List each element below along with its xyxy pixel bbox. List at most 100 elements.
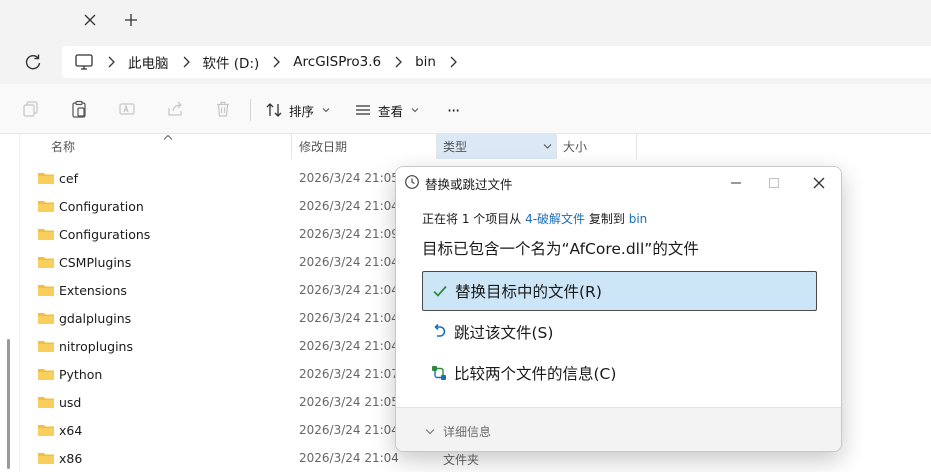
chevron-down-icon	[425, 429, 435, 435]
sort-label: 排序	[289, 103, 315, 119]
file-name: cef	[59, 171, 78, 186]
column-filter-dropdown-icon[interactable]	[543, 143, 552, 150]
chevron-right-icon[interactable]	[104, 55, 118, 69]
file-name: x64	[59, 423, 83, 438]
tab-strip	[0, 0, 931, 40]
file-name: usd	[59, 395, 82, 410]
column-separator[interactable]	[291, 134, 292, 159]
conflict-message: 目标已包含一个名为“AfCore.dll”的文件	[422, 240, 699, 258]
more-details-label: 详细信息	[443, 425, 492, 439]
sort-ascending-icon	[163, 134, 173, 140]
more-details-toggle[interactable]: 详细信息	[425, 423, 491, 440]
more-options-button[interactable]: ···	[447, 99, 460, 121]
folder-icon	[38, 453, 54, 464]
chevron-right-icon[interactable]	[446, 55, 460, 69]
close-icon[interactable]	[808, 172, 830, 194]
chevron-right-icon[interactable]	[391, 55, 405, 69]
file-name: x86	[59, 451, 83, 466]
paste-icon[interactable]	[70, 100, 88, 118]
chevron-right-icon[interactable]	[179, 55, 193, 69]
view-button[interactable]: 查看	[354, 99, 425, 121]
column-separator[interactable]	[636, 134, 637, 159]
file-date: 2026/3/24 21:05	[299, 395, 399, 409]
folder-icon	[38, 229, 54, 240]
chevron-right-icon[interactable]	[269, 55, 283, 69]
source-folder-link[interactable]: 4-破解文件	[525, 212, 585, 226]
folder-icon	[38, 201, 54, 212]
file-date: 2026/3/24 21:04	[299, 199, 399, 213]
folder-icon	[38, 425, 54, 436]
compare-files-option[interactable]: 比较两个文件的信息(C)	[422, 353, 817, 393]
folder-icon	[38, 313, 54, 324]
folder-icon	[38, 341, 54, 352]
folder-icon	[38, 173, 54, 184]
breadcrumb-item-this-pc[interactable]: 此电脑	[128, 52, 169, 72]
replace-file-option[interactable]: 替换目标中的文件(R)	[422, 271, 817, 311]
folder-icon	[38, 369, 54, 380]
file-date: 2026/3/24 21:04	[299, 311, 399, 325]
toolbar-divider	[250, 99, 251, 121]
view-label: 查看	[378, 103, 404, 119]
clock-icon	[405, 175, 419, 189]
computer-icon[interactable]	[74, 52, 94, 72]
column-separator[interactable]	[556, 134, 557, 159]
column-separator[interactable]	[436, 134, 437, 159]
file-name: Extensions	[59, 283, 127, 298]
sort-button[interactable]: 排序	[265, 99, 336, 121]
column-header-name[interactable]: 名称	[51, 134, 75, 159]
breadcrumb-item-arcgispro[interactable]: ArcGISPro3.6	[293, 54, 381, 70]
copy-status-prefix: 正在将 1 个项目从	[422, 212, 526, 226]
folder-icon	[38, 285, 54, 296]
file-date: 2026/3/24 21:09	[299, 227, 399, 241]
share-icon[interactable]	[166, 100, 184, 118]
skip-file-label: 跳过该文件(S)	[454, 324, 554, 342]
replace-or-skip-dialog: 替换或跳过文件 正在将 1 个项目从 4-破解文件 复制到 bin 目标已包含一…	[395, 166, 842, 452]
replace-file-label: 替换目标中的文件(R)	[455, 283, 602, 301]
breadcrumb-item-bin[interactable]: bin	[415, 54, 436, 70]
file-date: 2026/3/24 21:07	[299, 367, 399, 381]
minimize-icon[interactable]	[726, 173, 746, 193]
file-name: nitroplugins	[59, 339, 133, 354]
chevron-down-icon	[411, 108, 419, 113]
dialog-footer: 详细信息	[396, 407, 841, 451]
copy-status-text: 正在将 1 个项目从 4-破解文件 复制到 bin	[422, 210, 647, 227]
file-date: 2026/3/24 21:04	[299, 283, 399, 297]
dialog-title-bar[interactable]: 替换或跳过文件	[396, 167, 841, 197]
column-header-type[interactable]: 类型	[443, 134, 467, 159]
delete-icon[interactable]	[214, 100, 232, 118]
breadcrumb[interactable]: 此电脑 软件 (D:) ArcGISPro3.6 bin	[62, 46, 931, 78]
folder-icon	[38, 397, 54, 408]
file-name: CSMPlugins	[59, 255, 132, 270]
file-name: Python	[59, 367, 103, 382]
copy-icon[interactable]	[22, 100, 40, 118]
file-date: 2026/3/24 21:04	[299, 423, 399, 437]
column-header-date[interactable]: 修改日期	[299, 134, 347, 159]
file-type: 文件夹	[443, 453, 480, 467]
checkmark-icon	[433, 285, 447, 297]
dialog-title: 替换或跳过文件	[425, 177, 513, 192]
file-name: gdalplugins	[59, 311, 132, 326]
sort-icon	[266, 103, 282, 117]
rename-icon[interactable]	[118, 100, 136, 118]
file-name: Configurations	[59, 227, 151, 242]
file-date: 2026/3/24 21:05	[299, 171, 399, 185]
copy-status-middle: 复制到	[585, 212, 629, 226]
file-name: Configuration	[59, 199, 144, 214]
file-date: 2026/3/24 21:04	[299, 255, 399, 269]
maximize-icon	[768, 177, 780, 189]
column-header-size[interactable]: 大小	[563, 134, 587, 159]
skip-file-option[interactable]: 跳过该文件(S)	[422, 312, 817, 352]
compare-files-label: 比较两个文件的信息(C)	[454, 365, 617, 383]
command-bar: 排序 查看 ···	[0, 84, 931, 134]
destination-folder-link[interactable]: bin	[629, 212, 648, 226]
breadcrumb-item-drive-d[interactable]: 软件 (D:)	[203, 52, 260, 72]
folder-icon	[38, 257, 54, 268]
new-tab-icon[interactable]	[121, 10, 141, 30]
compare-icon	[432, 366, 446, 380]
chevron-down-icon	[322, 108, 330, 113]
close-tab-icon[interactable]	[80, 10, 100, 30]
view-icon	[356, 105, 370, 115]
file-date: 2026/3/24 21:04	[299, 339, 399, 353]
refresh-icon[interactable]	[22, 51, 44, 73]
file-date: 2026/3/24 21:04	[299, 451, 399, 465]
